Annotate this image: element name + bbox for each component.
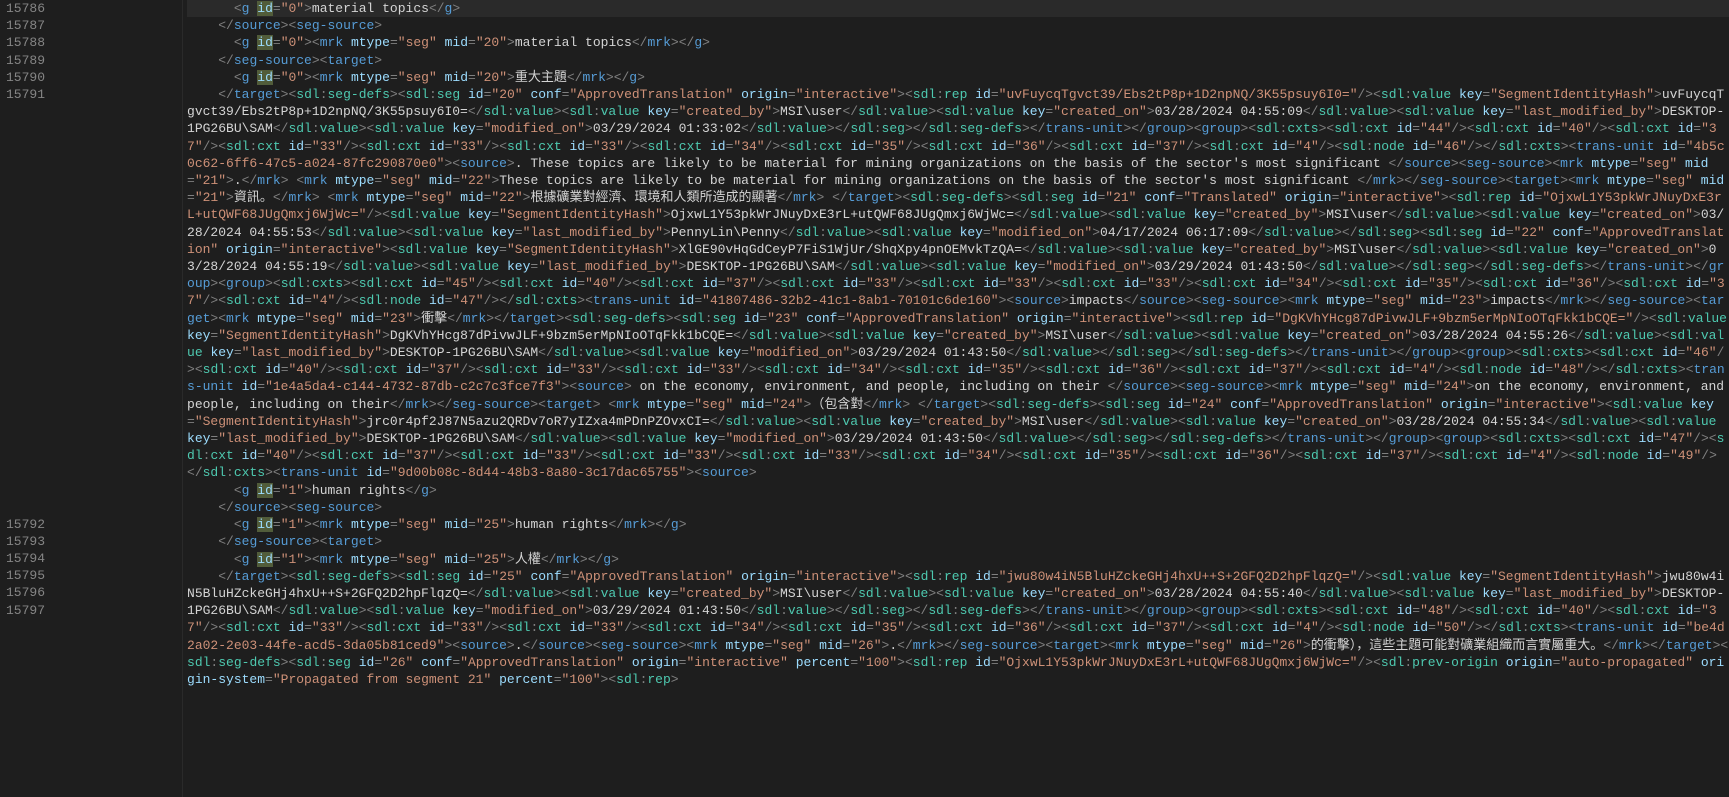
code-area[interactable]: <g id="0">material topics</g> </source><… xyxy=(183,0,1729,797)
line-number-gutter: 15786 15787 15788 15789 15790 15791 1579… xyxy=(0,0,63,797)
minimap[interactable] xyxy=(63,0,183,797)
code-editor: 15786 15787 15788 15789 15790 15791 1579… xyxy=(0,0,1729,797)
